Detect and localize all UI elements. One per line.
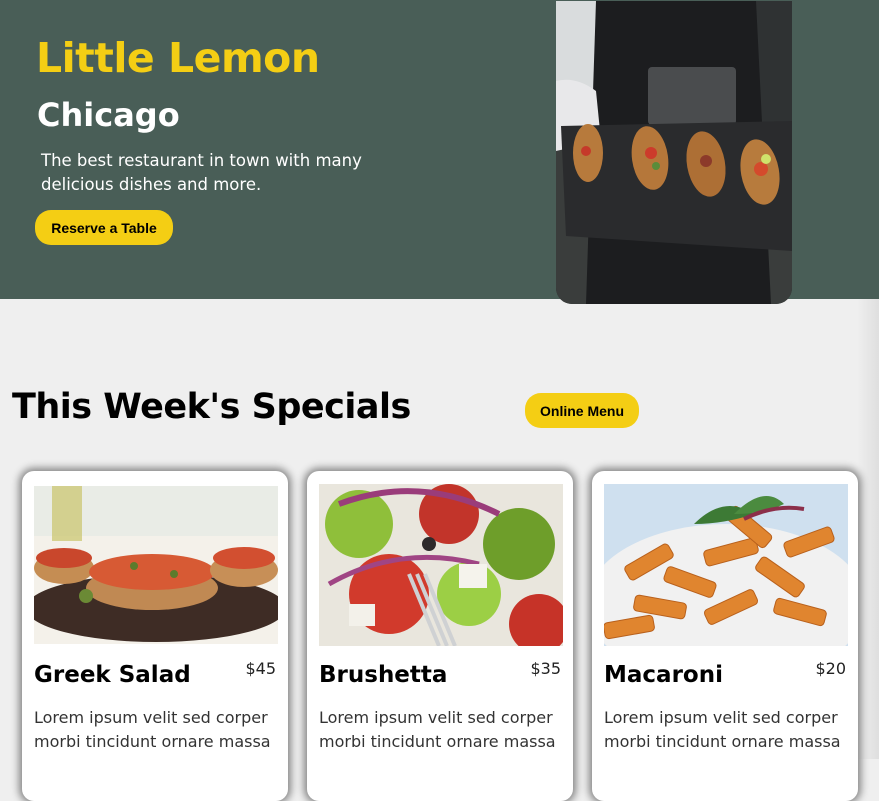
- specials-heading: This Week's Specials: [12, 387, 411, 427]
- greek-salad-image: [319, 484, 563, 646]
- card-description: Lorem ipsum velit sed corper morbi tinci…: [34, 708, 271, 751]
- card-price: $45: [245, 659, 276, 678]
- card-description: Lorem ipsum velit sed corper morbi tinci…: [604, 708, 841, 751]
- card-description: Lorem ipsum velit sed corper morbi tinci…: [319, 708, 556, 751]
- hero-section: Little Lemon Chicago The best restaurant…: [0, 0, 879, 304]
- bruschetta-dish-image: [34, 486, 278, 644]
- special-card-macaroni[interactable]: Macaroni $20 Lorem ipsum velit sed corpe…: [592, 471, 858, 801]
- special-card-brushetta[interactable]: Brushetta $35 Lorem ipsum velit sed corp…: [307, 471, 573, 801]
- city-subtitle: Chicago: [37, 96, 180, 134]
- card-title: Greek Salad: [34, 662, 191, 688]
- online-menu-button[interactable]: Online Menu: [525, 393, 639, 428]
- page-edge-shadow: [857, 299, 879, 759]
- hero-image: [556, 1, 792, 304]
- card-title: Brushetta: [319, 662, 448, 688]
- penne-pasta-image: [604, 484, 848, 646]
- hero-tagline: The best restaurant in town with many de…: [41, 151, 362, 194]
- brand-title: Little Lemon: [36, 34, 320, 82]
- card-price: $20: [815, 659, 846, 678]
- special-card-greek-salad[interactable]: Greek Salad $45 Lorem ipsum velit sed co…: [22, 471, 288, 801]
- reserve-table-button[interactable]: Reserve a Table: [35, 210, 173, 245]
- card-title: Macaroni: [604, 662, 723, 688]
- card-price: $35: [530, 659, 561, 678]
